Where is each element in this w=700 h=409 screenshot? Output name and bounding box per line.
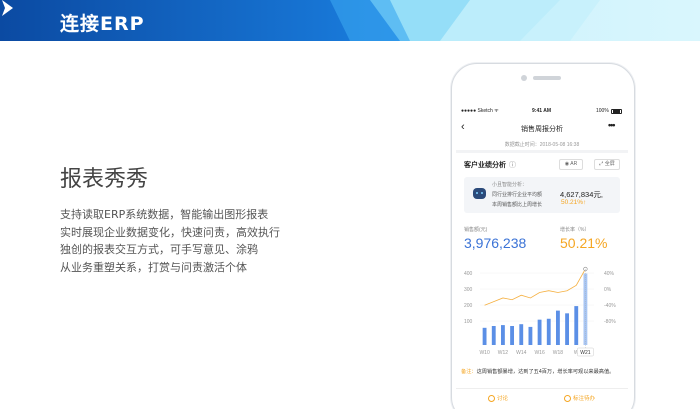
y2-tick-label: 0% xyxy=(604,287,612,293)
data-timestamp: 数据截止时间：2018-05-08 16:38 xyxy=(504,142,580,148)
section-title: 报表秀秀 xyxy=(60,167,149,192)
sales-label: 销售额(元) xyxy=(464,227,488,233)
battery-icon xyxy=(611,109,622,114)
banner-title: 连接ERP xyxy=(60,13,145,35)
bar xyxy=(574,306,579,345)
chevron-right-icon xyxy=(2,0,13,16)
fullscreen-button-label: 全屏 xyxy=(604,161,615,167)
bar xyxy=(500,325,505,345)
clock-label: 9:41 AM xyxy=(532,108,551,114)
description: 支持读取ERP系统数据，智能输出图形报表 实时展现企业数据变化，快速问责，高效执… xyxy=(60,206,300,276)
x-tick-label: W16 xyxy=(534,350,545,356)
ar-button-label: AR xyxy=(570,161,578,167)
bar xyxy=(491,326,496,345)
phone-camera xyxy=(521,75,527,81)
comment-button[interactable]: 讨论 xyxy=(488,394,509,403)
growth-label: 增长率（%） xyxy=(560,227,590,233)
ai-line-1: 同行业排行企业平均额 xyxy=(492,192,543,198)
y2-tick-label: 40% xyxy=(604,271,615,277)
follow-up-button[interactable]: 标注待办 xyxy=(564,394,596,403)
ai-analysis-card: 小且智能分析： 同行业排行企业平均额 4,627,834元, 本周销售额比上周增… xyxy=(464,177,620,213)
x-tick-label: W14 xyxy=(516,350,527,356)
y-tick-label: 300 xyxy=(464,287,473,293)
growth-line xyxy=(484,268,586,306)
bar xyxy=(510,326,515,345)
customer-analysis-title: 客户业绩分析 ⓘ xyxy=(464,160,516,170)
remark-text: 这周销售额暴增，达到了五4百万，增长率可观以来最高值。 xyxy=(476,369,615,375)
ar-button[interactable]: ◉ AR xyxy=(559,159,583,170)
y-tick-label: 100 xyxy=(464,319,473,325)
description-line: 支持读取ERP系统数据，智能输出图形报表 xyxy=(60,208,269,221)
nav-title: 销售周报分析 xyxy=(521,126,563,133)
y-tick-label: 200 xyxy=(464,303,473,309)
bookmark-icon xyxy=(564,395,571,403)
carrier-label: ●●●●● Sketch ᯤ xyxy=(461,108,499,114)
status-bar: ●●●●● Sketch ᯤ 9:41 AM 100% xyxy=(456,108,628,116)
bar xyxy=(546,318,551,345)
description-line: 实时展现企业数据变化，快速问责，高效执行 xyxy=(60,225,280,239)
ai-value-2: 50.21%↑ xyxy=(561,199,587,206)
x-tick-label: W21 xyxy=(580,350,591,356)
divider xyxy=(456,150,628,153)
phone-speaker xyxy=(533,76,561,80)
bar xyxy=(519,324,524,345)
remark: 备注：这周销售额暴增，达到了五4百万，增长率可观以来最高值。 xyxy=(461,368,623,376)
robot-icon xyxy=(473,188,486,199)
customer-analysis-label: 客户业绩分析 xyxy=(464,162,506,169)
growth-value: 50.21% xyxy=(560,235,608,251)
y2-tick-label: -40% xyxy=(604,303,616,309)
bar xyxy=(482,327,487,345)
battery-label: 100% xyxy=(596,108,609,114)
ai-line-2: 本周销售额比上周增长 xyxy=(492,202,543,208)
remark-prefix: 备注： xyxy=(461,369,477,375)
bar xyxy=(528,326,533,345)
phone-screen: ●●●●● Sketch ᯤ 9:41 AM 100% ‹ 销售周报分析 •••… xyxy=(456,105,628,409)
bar xyxy=(537,319,542,345)
ai-label: 小且智能分析： xyxy=(492,182,528,188)
bar xyxy=(565,313,570,345)
more-icon[interactable]: ••• xyxy=(608,120,616,130)
description-line: 从业务重塑关系，打赏与问责激活个体 xyxy=(60,260,247,274)
info-icon[interactable]: ⓘ xyxy=(509,162,516,169)
comment-icon xyxy=(488,395,495,403)
fullscreen-button[interactable]: ⤢ 全屏 xyxy=(594,159,620,170)
footer-divider xyxy=(456,388,628,389)
nav-bar: ‹ 销售周报分析 ••• xyxy=(456,119,628,137)
comment-button-label: 讨论 xyxy=(497,396,509,402)
x-tick-label: W18 xyxy=(553,350,564,356)
x-tick-label: W10 xyxy=(479,350,490,356)
y-tick-label: 400 xyxy=(464,271,473,277)
x-tick-label: W12 xyxy=(498,350,509,356)
follow-up-button-label: 标注待办 xyxy=(573,396,596,402)
header-banner: 连接ERP xyxy=(0,0,700,41)
description-line: 独创的报表交互方式，可手写意见、涂鸦 xyxy=(60,243,258,256)
sales-chart: 400 300 200 100 40% 0% -40% -80% W10 W12 W14 W16 W18… xyxy=(464,266,616,357)
y2-tick-label: -80% xyxy=(604,319,616,325)
sales-value: 3,976,238 xyxy=(464,235,527,251)
bar xyxy=(555,310,560,345)
